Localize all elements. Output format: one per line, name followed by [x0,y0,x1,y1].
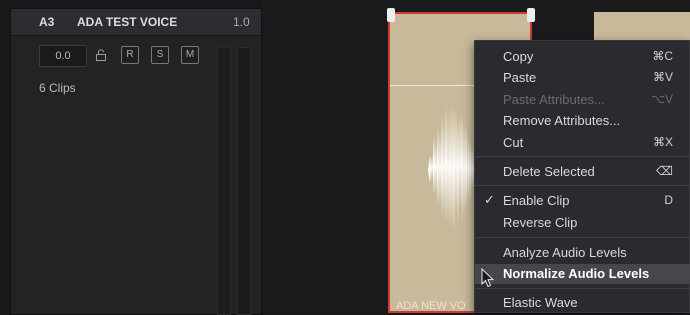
menu-item-delete-selected[interactable]: Delete Selected ⌫ [475,162,690,182]
track-id: A3 [39,15,55,29]
track-volume-field[interactable]: 0.0 [39,45,87,67]
menu-item-normalize-audio-levels[interactable]: Normalize Audio Levels [475,264,690,284]
menu-item-label: Copy [503,49,534,64]
menu-item-label: Normalize Audio Levels [503,266,650,281]
solo-button[interactable]: S [151,46,169,64]
menu-item-enable-clip[interactable]: ✓ Enable Clip D [475,191,690,211]
menu-item-shortcut: ⌥V [651,92,673,106]
clip-trim-handle-right[interactable] [527,8,535,22]
menu-separator [475,288,690,289]
track-name[interactable]: ADA TEST VOICE [77,15,177,29]
menu-item-label: Paste [503,70,537,85]
menu-item-shortcut: ⌘X [652,135,673,149]
menu-item-label: Enable Clip [503,193,570,208]
menu-item-analyze-audio-levels[interactable]: Analyze Audio Levels [475,243,690,263]
mute-button[interactable]: M [181,46,199,64]
menu-item-remove-attributes[interactable]: Remove Attributes... [475,111,690,131]
clip-count: 6 Clips [39,81,76,95]
track-level: 1.0 [233,15,250,29]
menu-item-label: Cut [503,135,524,150]
menu-item-label: Elastic Wave [503,295,578,310]
record-arm-button[interactable]: R [121,46,139,64]
menu-separator [475,237,690,238]
menu-item-shortcut: D [664,193,673,207]
menu-item-paste[interactable]: Paste ⌘V [475,68,690,88]
menu-separator [475,185,690,186]
checkmark-icon: ✓ [484,192,495,207]
audio-meter [217,47,231,315]
menu-separator [475,156,690,157]
menu-item-paste-attributes: Paste Attributes... ⌥V [475,90,690,110]
audio-clip[interactable] [594,12,690,42]
menu-item-shortcut: ⌘C [652,49,673,63]
menu-item-label: Reverse Clip [503,215,578,230]
menu-item-label: Delete Selected [503,164,595,179]
menu-item-copy[interactable]: Copy ⌘C [475,47,690,67]
menu-item-label: Remove Attributes... [503,113,621,128]
editor-frame: A3 ADA TEST VOICE 1.0 0.0 R S M 6 Clips … [0,0,690,315]
backspace-icon: ⌫ [656,164,673,178]
lock-icon[interactable] [95,49,107,61]
menu-item-cut[interactable]: Cut ⌘X [475,133,690,153]
menu-item-label: Paste Attributes... [503,92,605,107]
track-title-row: A3 ADA TEST VOICE 1.0 [11,9,261,36]
menu-item-reverse-clip[interactable]: Reverse Clip [475,213,690,233]
audio-meter [237,47,251,315]
mouse-pointer-icon [481,268,495,288]
menu-item-elastic-wave[interactable]: Elastic Wave [475,293,690,313]
clip-trim-handle-left[interactable] [387,8,395,22]
menu-item-label: Analyze Audio Levels [503,245,627,260]
context-menu: Copy ⌘C Paste ⌘V Paste Attributes... ⌥V … [474,40,690,313]
menu-item-shortcut: ⌘V [652,70,673,84]
audio-track-header: A3 ADA TEST VOICE 1.0 0.0 R S M 6 Clips [10,8,262,315]
clip-name-label: ADA NEW VO [396,300,466,312]
